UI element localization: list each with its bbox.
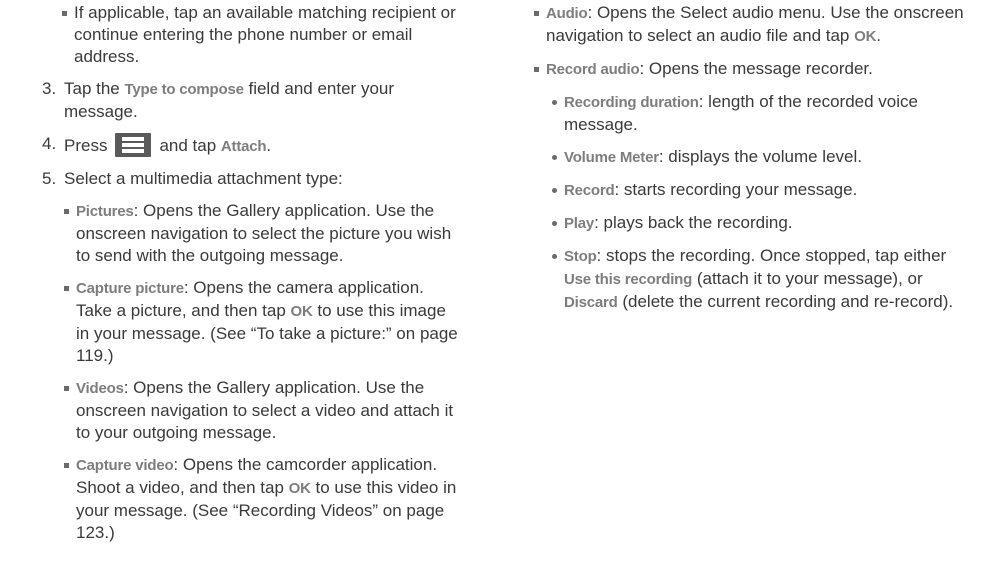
stop-term: Stop (564, 248, 597, 265)
capture-picture-term: Capture picture (76, 280, 184, 297)
record-desc: : starts recording your message. (614, 180, 858, 199)
audio-desc: . (876, 26, 881, 45)
list-item-play: Play: plays back the recording. (550, 212, 972, 235)
list-item-volume-meter: Volume Meter: displays the volume level. (550, 146, 972, 169)
step-number: 4. (42, 134, 57, 153)
list-item-capture-picture: Capture picture: Opens the camera applic… (62, 277, 462, 367)
ok-term: OK (290, 303, 313, 320)
list-item-record-audio: Record audio: Opens the message recorder… (532, 58, 972, 81)
videos-desc: : Opens the Gallery application. Use the… (76, 378, 454, 442)
step-3: 3. Tap the Type to compose field and ent… (42, 78, 462, 123)
list-item-intro: If applicable, tap an available matching… (60, 2, 462, 68)
list-item-videos: Videos: Opens the Gallery application. U… (62, 377, 462, 444)
recording-duration-term: Recording duration (564, 94, 699, 111)
step-4: 4. Press and tap Attach. (42, 133, 462, 158)
audio-desc: : Opens the Select audio menu. Use the o… (546, 3, 964, 45)
record-audio-term: Record audio (546, 61, 640, 78)
step-5: 5. Select a multimedia attachment type: (42, 168, 462, 190)
volume-meter-desc: : displays the volume level. (658, 147, 862, 166)
list-item-capture-video: Capture video: Opens the camcorder appli… (62, 454, 462, 544)
step-number: 5. (42, 169, 57, 188)
list-item-audio: Audio: Opens the Select audio menu. Use … (532, 2, 972, 48)
record-audio-desc: : Opens the message recorder. (639, 59, 873, 78)
play-term: Play (564, 215, 595, 232)
step-text: Select a multimedia attachment type: (64, 169, 343, 188)
ok-term: OK (288, 480, 311, 497)
step-text: . (266, 136, 272, 155)
audio-term: Audio (546, 5, 588, 22)
list-item-stop: Stop: stops the recording. Once stopped,… (550, 245, 972, 314)
ok-term: OK (854, 28, 877, 45)
step-text: Press (64, 136, 108, 155)
attach-term: Attach (220, 138, 267, 155)
step-text: Tap the (64, 79, 125, 98)
left-column: If applicable, tap an available matching… (42, 2, 462, 554)
list-item-recording-duration: Recording duration: length of the record… (550, 91, 972, 136)
stop-desc: : stops the recording. Once stopped, tap… (596, 246, 947, 265)
menu-key-icon (115, 133, 152, 157)
record-term: Record (564, 182, 615, 199)
intro-text: If applicable, tap an available matching… (74, 3, 456, 66)
list-item-record: Record: starts recording your message. (550, 179, 972, 202)
volume-meter-term: Volume Meter (564, 149, 659, 166)
play-desc: : plays back the recording. (594, 213, 793, 232)
discard-term: Discard (564, 294, 618, 311)
step-text: and tap (159, 136, 221, 155)
capture-video-term: Capture video (76, 457, 174, 474)
right-column: Audio: Opens the Select audio menu. Use … (532, 2, 972, 324)
list-item-pictures: Pictures: Opens the Gallery application.… (62, 200, 462, 267)
stop-desc: (delete the current recording and re-rec… (617, 292, 954, 311)
step-number: 3. (42, 79, 57, 98)
stop-desc: (attach it to your message), or (692, 269, 923, 288)
type-to-compose-term: Type to compose (124, 81, 244, 98)
use-this-recording-term: Use this recording (564, 271, 693, 288)
videos-term: Videos (76, 380, 124, 397)
pictures-term: Pictures (76, 203, 134, 220)
